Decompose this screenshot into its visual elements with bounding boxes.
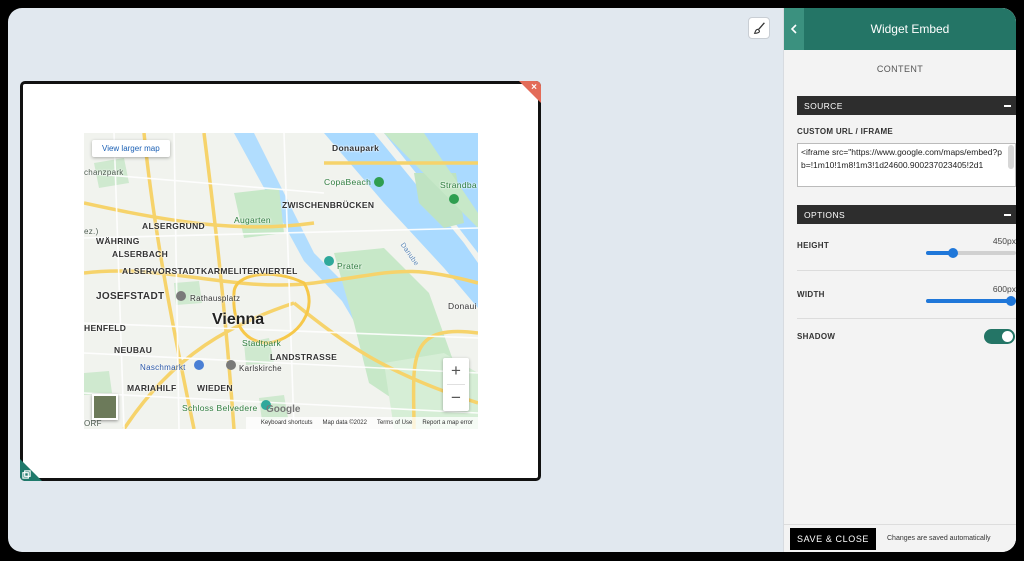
map-label: Donaupark <box>332 143 380 153</box>
map-label: MARIAHILF <box>127 383 177 393</box>
map-label: LANDSTRASSE <box>270 352 338 362</box>
map-label: NEUBAU <box>114 345 153 355</box>
autosave-note: Changes are saved automatically <box>887 535 991 542</box>
shadow-option: SHADOW <box>797 319 1016 355</box>
slider-fill <box>926 299 1016 303</box>
map-label: Rathausplatz <box>190 294 241 303</box>
height-value: 450px <box>992 236 1016 246</box>
custom-url-label: CUSTOM URL / IFRAME <box>797 127 894 136</box>
zoom-out-button[interactable]: − <box>443 385 469 411</box>
map-label: ORF <box>84 419 102 428</box>
back-button[interactable] <box>784 8 804 50</box>
view-larger-map-link[interactable]: View larger map <box>92 140 170 157</box>
map-label: Karlskirche <box>239 364 282 373</box>
height-label: HEIGHT <box>797 241 830 250</box>
map-label: Naschmarkt <box>140 363 186 372</box>
map-label: WÄHRING <box>96 236 140 246</box>
map-label: chanzpark <box>84 168 124 177</box>
panel-title: Widget Embed <box>870 22 950 36</box>
toggle-knob <box>1002 331 1013 342</box>
map-label: CopaBeach <box>324 177 372 187</box>
section-title: OPTIONS <box>804 209 846 220</box>
width-option: WIDTH 600px <box>797 271 1016 319</box>
report-error-link[interactable]: Report a map error <box>422 420 473 426</box>
content-tab[interactable]: CONTENT <box>784 64 1016 74</box>
section-title: SOURCE <box>804 100 843 111</box>
embed-widget[interactable]: × View larger map Donaupark CopaBeach St… <box>20 81 541 481</box>
map-label: ALSERGRUND <box>142 221 205 231</box>
chevron-left-icon <box>790 24 797 34</box>
map-label: ez.) <box>84 227 99 236</box>
height-option: HEIGHT 450px <box>797 224 1016 271</box>
slider-knob[interactable] <box>1006 296 1016 306</box>
options-section-header[interactable]: OPTIONS <box>797 205 1016 224</box>
satellite-toggle[interactable] <box>92 394 118 420</box>
slider-knob[interactable] <box>948 248 958 258</box>
collapse-icon[interactable] <box>1004 213 1011 216</box>
terms-link[interactable]: Terms of Use <box>377 420 412 426</box>
google-map[interactable]: View larger map Donaupark CopaBeach Stra… <box>84 133 478 429</box>
shadow-toggle[interactable] <box>984 329 1015 344</box>
map-label: Augarten <box>234 215 271 225</box>
map-label: Strandba <box>440 180 477 190</box>
map-label: Schloss Belvedere <box>182 403 258 413</box>
width-value: 600px <box>992 284 1016 294</box>
zoom-in-button[interactable]: + <box>443 358 469 384</box>
shadow-label: SHADOW <box>797 332 836 341</box>
iframe-textarea[interactable]: <iframe src="https://www.google.com/maps… <box>797 143 1016 187</box>
map-label: HENFELD <box>84 323 127 333</box>
map-label: ALSERBACH <box>112 249 169 259</box>
map-label: WIEDEN <box>197 383 233 393</box>
panel-header: Widget Embed <box>784 8 1016 50</box>
city-label: Vienna <box>212 311 265 328</box>
copy-icon <box>22 470 31 479</box>
delete-widget-button[interactable]: × <box>519 81 541 103</box>
map-label: ALSERVORSTADT <box>122 266 201 276</box>
zoom-control: + − <box>443 358 469 411</box>
map-label: Donaui <box>448 301 477 311</box>
width-slider[interactable] <box>926 296 1016 306</box>
duplicate-widget-button[interactable] <box>20 459 42 481</box>
textarea-scrollbar[interactable] <box>1008 145 1014 169</box>
map-footer: Keyboard shortcuts Map data ©2022 Terms … <box>246 417 478 429</box>
map-label: Prater <box>337 261 362 271</box>
iframe-text: <iframe src="https://www.google.com/maps… <box>801 147 1002 170</box>
width-label: WIDTH <box>797 290 825 299</box>
panel-footer: SAVE & CLOSE Changes are saved automatic… <box>784 524 1016 552</box>
style-button[interactable] <box>748 17 770 39</box>
close-icon: × <box>531 82 537 93</box>
map-label: JOSEFSTADT <box>96 291 165 302</box>
save-close-button[interactable]: SAVE & CLOSE <box>790 527 876 550</box>
keyboard-shortcuts-link[interactable]: Keyboard shortcuts <box>261 420 313 426</box>
collapse-icon[interactable] <box>1004 104 1011 107</box>
paintbrush-icon <box>753 21 765 34</box>
app-screen: × View larger map Donaupark CopaBeach St… <box>8 8 1016 552</box>
settings-panel: Widget Embed CONTENT SOURCE CUSTOM URL /… <box>783 8 1016 552</box>
map-label: ZWISCHENBRÜCKEN <box>282 200 375 210</box>
map-label: Stadtpark <box>242 338 282 348</box>
google-logo: Google <box>266 404 301 415</box>
map-data-text: Map data ©2022 <box>322 420 367 426</box>
source-section-header[interactable]: SOURCE <box>797 96 1016 115</box>
map-label: KARMELITERVIERTEL <box>201 266 298 276</box>
height-slider[interactable] <box>926 248 1016 258</box>
